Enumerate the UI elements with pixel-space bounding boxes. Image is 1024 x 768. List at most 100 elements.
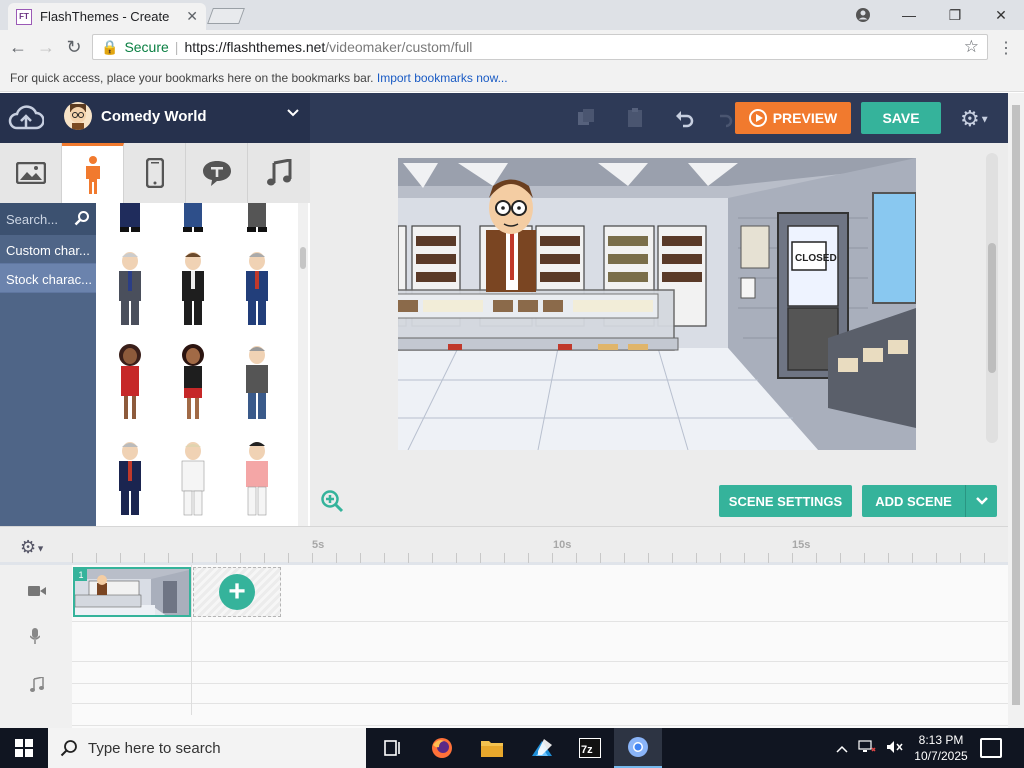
- theme-avatar: [64, 102, 92, 130]
- 7zip-icon[interactable]: 7z: [566, 728, 614, 768]
- task-view-icon[interactable]: [368, 728, 416, 768]
- scene-settings-button[interactable]: SCENE SETTINGS: [719, 485, 852, 517]
- address-bar[interactable]: 🔒 Secure | https://flashthemes.net/video…: [92, 34, 988, 60]
- character-thumbnail[interactable]: [110, 203, 150, 233]
- save-button[interactable]: SAVE: [861, 102, 941, 134]
- library-search-input[interactable]: Search...: [0, 203, 96, 235]
- timeline-tracks: 1 +: [72, 565, 1008, 729]
- character-thumbnail[interactable]: [173, 439, 213, 521]
- ruler-ticks: [72, 553, 1008, 563]
- topbar-left: Comedy World: [0, 93, 310, 143]
- search-icon: [60, 740, 77, 757]
- new-tab-button[interactable]: [207, 8, 245, 24]
- stage-scroll-thumb[interactable]: [988, 243, 996, 373]
- settings-gear-icon[interactable]: ⚙▼: [960, 106, 994, 131]
- timeline-divider: [191, 565, 192, 715]
- svg-text:7z: 7z: [581, 744, 593, 756]
- track-divider: [72, 683, 1008, 684]
- forward-button[interactable]: →: [32, 37, 60, 58]
- character-thumbnail[interactable]: [173, 203, 213, 233]
- add-scene-dropdown[interactable]: [965, 485, 997, 517]
- chrome-icon[interactable]: [614, 728, 662, 768]
- scene-thumbnail[interactable]: 1: [73, 567, 191, 617]
- start-button[interactable]: [0, 728, 48, 768]
- taskbar-search-placeholder: Type here to search: [88, 739, 221, 757]
- track-labels: [0, 565, 72, 729]
- tick-label: 5s: [312, 539, 325, 551]
- plus-icon[interactable]: +: [219, 574, 255, 610]
- add-scene-slot[interactable]: +: [193, 567, 281, 617]
- close-window-button[interactable]: ✕: [986, 4, 1016, 26]
- zoom-in-icon[interactable]: [320, 489, 344, 513]
- restore-window-button[interactable]: ❐: [940, 4, 970, 26]
- taskbar-search-input[interactable]: Type here to search: [48, 728, 366, 768]
- editor-app-icon[interactable]: [518, 728, 566, 768]
- chevron-up-icon[interactable]: [836, 740, 848, 756]
- scene-canvas[interactable]: CLOSED: [398, 158, 916, 450]
- copy-icon[interactable]: [576, 107, 598, 129]
- character-thumbnail[interactable]: [173, 343, 213, 425]
- timeline-ruler: ⚙▼ 5s 10s 15s: [0, 527, 1008, 565]
- bookmark-star-icon[interactable]: ☆: [964, 37, 979, 57]
- volume-muted-icon[interactable]: [886, 740, 904, 757]
- character-thumbnail[interactable]: [110, 249, 150, 331]
- tick-label: 15s: [792, 539, 811, 551]
- stage-scrollbar[interactable]: [986, 153, 998, 443]
- minimize-window-button[interactable]: —: [894, 4, 924, 26]
- profile-icon[interactable]: [848, 4, 878, 26]
- tab-audio[interactable]: [248, 143, 310, 203]
- file-explorer-icon[interactable]: [468, 728, 516, 768]
- character-thumbnail[interactable]: [237, 249, 277, 331]
- search-icon[interactable]: [74, 210, 90, 226]
- image-icon: [15, 162, 46, 184]
- chevron-down-icon: [975, 497, 988, 505]
- notifications-icon[interactable]: [980, 738, 1002, 758]
- preview-button[interactable]: PREVIEW: [735, 102, 851, 134]
- character-thumbnail[interactable]: [237, 439, 277, 521]
- firefox-icon[interactable]: [418, 728, 466, 768]
- browser-toolbar: ← → ↻ 🔒 Secure | https://flashthemes.net…: [0, 30, 1024, 64]
- chevron-down-icon[interactable]: [286, 106, 300, 123]
- tab-backgrounds[interactable]: [0, 143, 62, 203]
- preview-label: PREVIEW: [772, 110, 838, 126]
- phone-icon: [145, 158, 164, 188]
- track-divider: [72, 703, 1008, 704]
- page-scroll-thumb[interactable]: [1012, 105, 1020, 705]
- character-thumbnail[interactable]: [237, 343, 277, 425]
- play-icon: [748, 109, 767, 127]
- paste-icon[interactable]: [624, 107, 646, 129]
- stage-area: CLOSED SCENE SETTINGS ADD SCENE: [310, 143, 1008, 526]
- library-scrollbar[interactable]: [298, 203, 308, 526]
- track-divider: [72, 725, 1008, 726]
- character-thumbnail[interactable]: [110, 439, 150, 521]
- tab-props[interactable]: [124, 143, 186, 203]
- character-thumbnail[interactable]: [173, 249, 213, 331]
- timeline-settings-gear-icon[interactable]: ⚙▼: [20, 537, 45, 558]
- back-button[interactable]: ←: [4, 37, 32, 58]
- add-scene-button[interactable]: ADD SCENE: [862, 485, 965, 517]
- cloud-upload-icon[interactable]: [8, 104, 44, 132]
- page-scrollbar[interactable]: [1008, 93, 1024, 728]
- browser-tab[interactable]: FT FlashThemes - Create ✕: [8, 3, 206, 30]
- tab-text[interactable]: [186, 143, 248, 203]
- taskbar-clock[interactable]: 8:13 PM 10/7/2025: [912, 732, 970, 764]
- tab-characters[interactable]: [62, 143, 124, 203]
- network-icon[interactable]: [858, 739, 876, 757]
- library-scroll-thumb[interactable]: [300, 247, 306, 269]
- browser-tabstrip: FT FlashThemes - Create ✕ — ❐ ✕: [0, 0, 1024, 30]
- track-divider: [72, 661, 1008, 662]
- tab-close-icon[interactable]: ✕: [186, 8, 198, 25]
- browser-menu-icon[interactable]: ⋮: [998, 38, 1014, 58]
- scene-number: 1: [75, 569, 87, 581]
- library-stock-characters[interactable]: Stock charac...: [0, 264, 96, 293]
- theme-name[interactable]: Comedy World: [101, 108, 207, 125]
- reload-button[interactable]: ↻: [60, 37, 88, 58]
- undo-icon[interactable]: [673, 107, 695, 129]
- character-thumbnail[interactable]: [237, 203, 277, 233]
- character-thumbnail[interactable]: [110, 343, 150, 425]
- import-bookmarks-link[interactable]: Import bookmarks now...: [377, 71, 508, 85]
- track-divider: [72, 621, 1008, 622]
- person-icon: [85, 155, 100, 194]
- redo-icon[interactable]: [720, 107, 734, 129]
- library-custom-characters[interactable]: Custom char...: [0, 235, 96, 264]
